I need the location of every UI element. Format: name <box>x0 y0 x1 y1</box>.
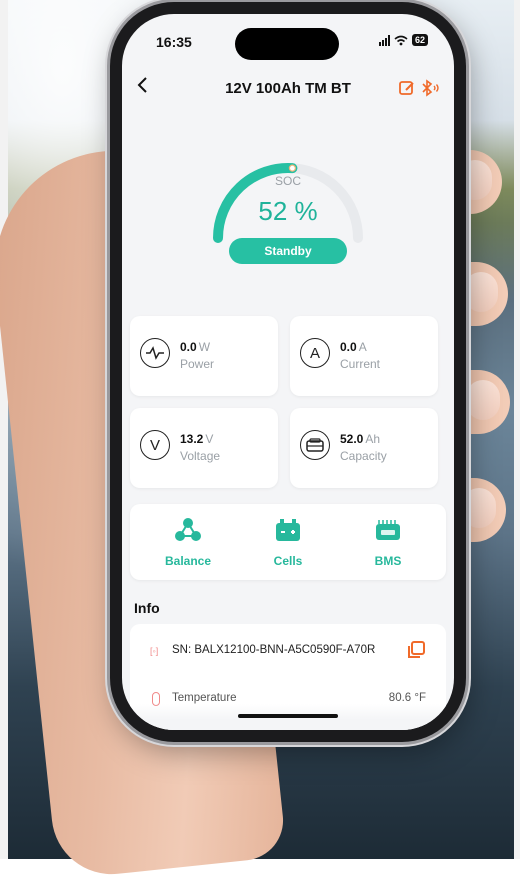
metric-value: 13.2 V <box>180 432 214 446</box>
serial-number: SN: BALX12100-BNN-A5C0590F-A70R <box>172 644 376 656</box>
status-badge: Standby <box>229 238 347 264</box>
status-icons: 62 <box>378 34 428 46</box>
status-time: 16:35 <box>156 34 192 50</box>
balance-icon <box>175 518 201 541</box>
bluetooth-icon[interactable] <box>420 79 440 97</box>
cells-button[interactable]: Cells <box>238 504 338 580</box>
metric-value: 0.0 A <box>340 340 367 354</box>
fingernail <box>466 380 500 420</box>
edit-icon[interactable] <box>398 79 416 97</box>
nav-bar: 12V 100Ah TM BT <box>122 70 454 110</box>
copy-icon[interactable] <box>406 640 426 660</box>
metric-label: Power <box>180 357 215 371</box>
metric-card-capacity: 52.0 Ah Capacity <box>290 408 438 488</box>
fingernail <box>464 272 498 312</box>
battery-indicator: 62 <box>411 34 428 46</box>
soc-label: SOC <box>274 174 301 188</box>
actions-card: Balance Cells BMS <box>130 504 446 580</box>
bms-label: BMS <box>374 554 402 568</box>
ampere-icon: A <box>300 338 330 368</box>
pulse-icon <box>140 338 170 368</box>
metric-label: Voltage <box>180 449 221 463</box>
signal-icon <box>378 34 390 46</box>
soc-value: 52 % <box>258 196 318 226</box>
frame-edge-left <box>0 0 8 859</box>
fingernail <box>462 488 496 528</box>
metric-label: Current <box>340 357 381 371</box>
info-title: Info <box>134 600 160 616</box>
volt-icon: V <box>140 430 170 460</box>
phone: 16:35 62 12V 100Ah TM BT SOC 52 % Standb… <box>110 2 466 742</box>
balance-button[interactable]: Balance <box>138 504 238 580</box>
wifi-icon <box>394 35 408 45</box>
balance-label: Balance <box>164 554 212 568</box>
metric-value: 52.0 Ah <box>340 432 381 446</box>
metric-label: Capacity <box>340 449 387 463</box>
dynamic-island <box>235 28 339 60</box>
bms-icon <box>376 520 400 540</box>
metric-card-current: A 0.0 A Current <box>290 316 438 396</box>
home-indicator[interactable] <box>238 714 338 718</box>
temperature-value: 80.6 °F <box>388 692 426 704</box>
metric-card-voltage: V 13.2 V Voltage <box>130 408 278 488</box>
frame-edge-right <box>514 0 520 859</box>
cells-icon <box>276 519 300 541</box>
metric-value: 0.0 W <box>180 340 211 354</box>
bms-button[interactable]: BMS <box>338 504 438 580</box>
metric-card-power: 0.0 W Power <box>130 316 278 396</box>
app-screen: 16:35 62 12V 100Ah TM BT SOC 52 % Standb… <box>122 14 454 730</box>
battery-capacity-icon <box>300 430 330 460</box>
serial-number-icon: [◦] <box>150 646 159 656</box>
temperature-label: Temperature <box>172 692 237 704</box>
cells-label: Cells <box>273 554 303 568</box>
